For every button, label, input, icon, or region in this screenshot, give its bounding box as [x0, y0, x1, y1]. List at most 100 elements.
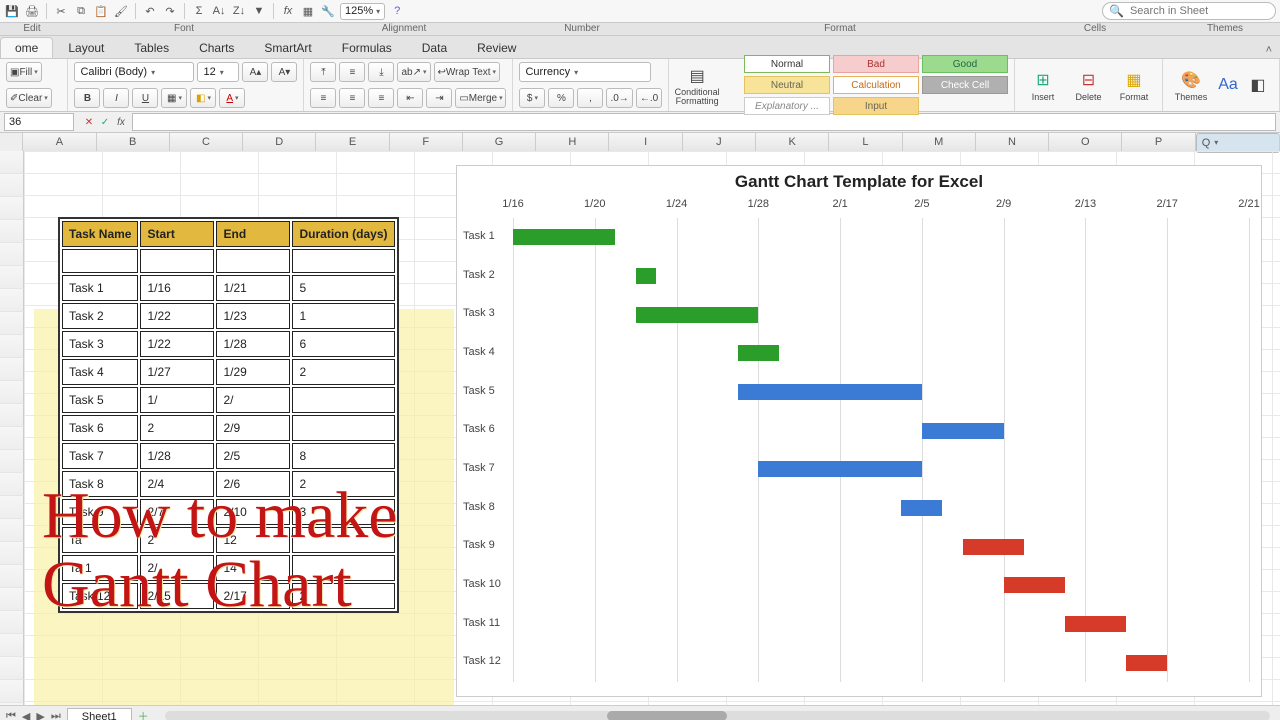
border-button[interactable]: ▦	[161, 88, 187, 108]
table-cell[interactable]: 2	[292, 471, 394, 497]
fx-icon[interactable]: fx	[280, 3, 296, 19]
row-header[interactable]	[0, 197, 24, 220]
bold-button[interactable]: B	[74, 88, 100, 108]
table-cell[interactable]: Task 6	[62, 415, 138, 441]
row-header[interactable]	[0, 381, 24, 404]
table-cell[interactable]: Task 1	[62, 275, 138, 301]
orientation-icon[interactable]: ab↗	[397, 62, 430, 82]
gantt-bar[interactable]	[1065, 616, 1126, 632]
table-cell[interactable]: 2/9	[216, 415, 290, 441]
align-top-icon[interactable]: ⤒	[310, 62, 336, 82]
redo-icon[interactable]: ↷	[162, 3, 178, 19]
col-header-D[interactable]: D	[243, 133, 316, 151]
table-cell[interactable]: 3	[292, 499, 394, 525]
font-name-select[interactable]: Calibri (Body)	[74, 62, 194, 82]
indent-dec-icon[interactable]: ⇤	[397, 88, 423, 108]
inc-decimal-icon[interactable]: .0→	[606, 88, 632, 108]
number-format-select[interactable]: Currency	[519, 62, 651, 82]
table-cell[interactable]: 1/23	[216, 303, 290, 329]
table-row[interactable]: Task 92/72/103	[62, 499, 395, 525]
style-calculation[interactable]: Calculation	[833, 76, 919, 94]
conditional-formatting-button[interactable]: ▤ Conditional Formatting	[675, 62, 719, 108]
row-header[interactable]	[0, 473, 24, 496]
copy-icon[interactable]: ⧉	[73, 3, 89, 19]
row-header[interactable]	[0, 588, 24, 611]
table-row[interactable]: Task 622/9	[62, 415, 395, 441]
enter-icon[interactable]: ✓	[98, 115, 112, 129]
toolbox-icon[interactable]: 🔧	[320, 3, 336, 19]
wrap-text-button[interactable]: ↩ Wrap Text	[434, 62, 501, 82]
table-cell[interactable]: 8	[292, 443, 394, 469]
ribbon-tab-review[interactable]: Review	[462, 37, 531, 58]
clear-button[interactable]: ✐ Clear	[6, 88, 52, 108]
col-header-O[interactable]: O	[1049, 133, 1122, 151]
tab-prev-icon[interactable]: ◀	[20, 710, 32, 720]
row-header[interactable]	[0, 657, 24, 680]
col-header-L[interactable]: L	[829, 133, 902, 151]
table-row[interactable]: Task 41/271/292	[62, 359, 395, 385]
row-header[interactable]	[0, 266, 24, 289]
tab-next-icon[interactable]: ▶	[34, 710, 46, 720]
table-cell[interactable]	[292, 415, 394, 441]
align-center-icon[interactable]: ≡	[339, 88, 365, 108]
col-header-M[interactable]: M	[903, 133, 976, 151]
gantt-bar[interactable]	[513, 229, 615, 245]
row-header[interactable]	[0, 450, 24, 473]
table-cell[interactable]: 12	[216, 527, 290, 553]
row-header[interactable]	[0, 358, 24, 381]
themes-button[interactable]: 🎨Themes	[1169, 62, 1213, 108]
table-cell[interactable]: 2	[292, 359, 394, 385]
style-good[interactable]: Good	[922, 55, 1008, 73]
table-header[interactable]: Start	[140, 221, 214, 247]
table-cell[interactable]: 1/28	[216, 331, 290, 357]
table-cell[interactable]: 1/29	[216, 359, 290, 385]
ribbon-tab-ome[interactable]: ome	[0, 37, 53, 58]
table-cell[interactable]: Ta	[62, 527, 138, 553]
row-header[interactable]	[0, 335, 24, 358]
font-size-select[interactable]: 12	[197, 62, 239, 82]
theme-colors-button[interactable]: ◧	[1243, 62, 1273, 108]
row-header[interactable]	[0, 151, 24, 174]
table-cell[interactable]	[292, 555, 394, 581]
gantt-bar[interactable]	[738, 384, 922, 400]
table-cell[interactable]	[292, 527, 394, 553]
table-cell[interactable]: 2/7	[140, 499, 214, 525]
col-header-K[interactable]: K	[756, 133, 829, 151]
fill-color-button[interactable]: ◧	[190, 88, 216, 108]
col-header-N[interactable]: N	[976, 133, 1049, 151]
gantt-bar[interactable]	[758, 461, 922, 477]
table-row[interactable]: Task 11/161/215	[62, 275, 395, 301]
table-cell[interactable]: 2	[140, 415, 214, 441]
gantt-bar[interactable]	[1126, 655, 1167, 671]
table-cell[interactable]: 1/16	[140, 275, 214, 301]
gantt-bar[interactable]	[636, 307, 759, 323]
col-header-A[interactable]: A	[23, 133, 96, 151]
style-input[interactable]: Input	[833, 97, 919, 115]
filter-icon[interactable]: ▼	[251, 3, 267, 19]
table-cell[interactable]: 1/21	[216, 275, 290, 301]
table-cell[interactable]: 5	[292, 275, 394, 301]
table-cell[interactable]: 1/22	[140, 303, 214, 329]
row-header[interactable]	[0, 289, 24, 312]
grow-font-icon[interactable]: A▴	[242, 62, 268, 82]
table-cell[interactable]: Task 7	[62, 443, 138, 469]
row-header[interactable]	[0, 565, 24, 588]
align-right-icon[interactable]: ≡	[368, 88, 394, 108]
task-table[interactable]: Task NameStartEndDuration (days) Task 11…	[58, 217, 399, 613]
sort-desc-icon[interactable]: Z↓	[231, 3, 247, 19]
help-icon[interactable]: ?	[389, 3, 405, 19]
style-neutral[interactable]: Neutral	[744, 76, 830, 94]
shrink-font-icon[interactable]: A▾	[271, 62, 297, 82]
table-cell[interactable]: 2/6	[216, 471, 290, 497]
table-row[interactable]: Task 71/282/58	[62, 443, 395, 469]
table-cell[interactable]: 1/28	[140, 443, 214, 469]
table-cell[interactable]: 6	[292, 331, 394, 357]
table-cell[interactable]: 2	[292, 583, 394, 609]
row-header[interactable]	[0, 220, 24, 243]
tab-first-icon[interactable]: ⏮	[4, 710, 18, 720]
ribbon-tab-tables[interactable]: Tables	[119, 37, 184, 58]
col-header-F[interactable]: F	[390, 133, 463, 151]
dec-decimal-icon[interactable]: ←.0	[636, 88, 662, 108]
table-cell[interactable]: 2/	[140, 555, 214, 581]
table-cell[interactable]: Ta 1	[62, 555, 138, 581]
